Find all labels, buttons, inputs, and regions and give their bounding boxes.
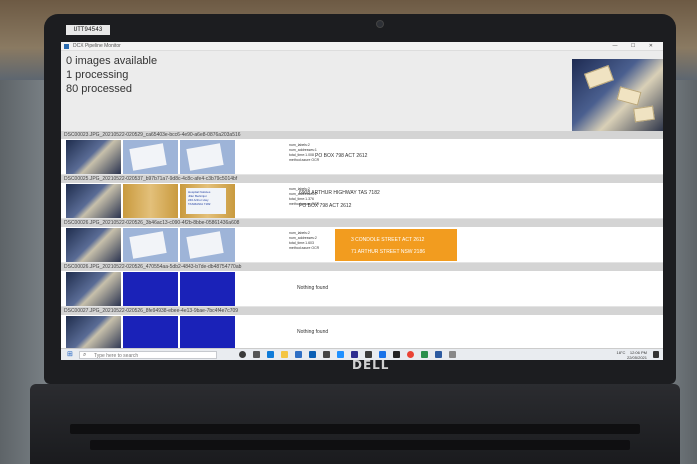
result-row[interactable]: Nothing found xyxy=(61,271,663,307)
source-image-thumbnail[interactable] xyxy=(66,272,121,306)
latest-image-thumbnail[interactable] xyxy=(572,59,663,131)
address-text: 6908 ARTHUR HIGHWAY TAS 7182 xyxy=(299,190,380,196)
system-tray[interactable]: 18°C 12:06 PM 22/05/2021 xyxy=(616,350,647,360)
nothing-found-text: Nothing found xyxy=(297,329,329,335)
label-crop-thumbnail[interactable] xyxy=(180,140,235,174)
label-crop-placeholder[interactable] xyxy=(180,316,235,350)
ocr-metadata: num_labels:2 num_addresses:2 total_time:… xyxy=(289,231,320,250)
label-crop-thumbnail[interactable]: Hospital Noticies Jiller Berkinjui 246 A… xyxy=(180,184,235,218)
file-explorer-icon[interactable] xyxy=(281,351,288,358)
address-text: PO BOX 798 ACT 2612 xyxy=(315,153,368,159)
task-view-icon[interactable] xyxy=(253,351,260,358)
source-image-thumbnail[interactable] xyxy=(66,184,121,218)
result-row-filename: DSC00026.JPG_20210522-020526_3b46ac13-c0… xyxy=(61,219,663,227)
source-image-thumbnail[interactable] xyxy=(66,140,121,174)
highlighted-address-box: 3 CONDOLE STREET ACT 2612 71 ARTHUR STRE… xyxy=(335,229,457,261)
label-crop-placeholder[interactable] xyxy=(123,272,178,306)
cortana-icon[interactable] xyxy=(239,351,246,358)
address-text: 71 ARTHUR STREET NSW 2186 xyxy=(351,249,426,255)
notification-icon[interactable] xyxy=(653,351,659,358)
app-icon[interactable] xyxy=(365,351,372,358)
result-row-filename: DSC00023.JPG_20210522-020529_ca65403e-bc… xyxy=(61,131,663,139)
source-image-thumbnail[interactable] xyxy=(66,228,121,262)
clock-date: 22/05/2021 xyxy=(626,355,647,360)
result-row-filename: DSC00025.JPG_20210522-020537_b97b71a7-9d… xyxy=(61,175,663,183)
search-icon: ⌕ xyxy=(83,352,87,358)
keyboard-row xyxy=(90,440,630,450)
window-titlebar: DCX Pipeline Monitor — ☐ ✕ xyxy=(61,42,663,51)
label-crop-thumbnail[interactable] xyxy=(123,228,178,262)
store-icon[interactable] xyxy=(295,351,302,358)
asset-tag: UTT94543 xyxy=(66,25,110,35)
result-row[interactable]: num_labels:2 num_addresses:1 total_time:… xyxy=(61,139,663,175)
label-crop-placeholder[interactable] xyxy=(123,316,178,350)
window-controls[interactable]: — ☐ ✕ xyxy=(613,43,659,49)
label-crop-thumbnail[interactable] xyxy=(123,140,178,174)
result-row[interactable]: Hospital Noticies Jiller Berkinjui 246 A… xyxy=(61,183,663,219)
dell-icon[interactable] xyxy=(323,351,330,358)
result-row[interactable]: num_labels:2 num_addresses:2 total_time:… xyxy=(61,227,663,263)
app-icon xyxy=(64,44,69,49)
word-icon[interactable] xyxy=(435,351,442,358)
keyboard-row xyxy=(70,424,640,434)
window-title: DCX Pipeline Monitor xyxy=(73,43,121,49)
excel-icon[interactable] xyxy=(421,351,428,358)
vscode-icon[interactable] xyxy=(337,351,344,358)
result-row-filename: DSC00026.JPG_20210522-020526_470554aa-5d… xyxy=(61,263,663,271)
edge-icon[interactable] xyxy=(267,351,274,358)
mail-icon[interactable] xyxy=(309,351,316,358)
result-row[interactable]: Nothing found xyxy=(61,315,663,351)
app-screen: DCX Pipeline Monitor — ☐ ✕ 0 images avai… xyxy=(61,42,663,360)
processed-text: 80 processed xyxy=(66,83,133,95)
label-crop-thumbnail[interactable] xyxy=(180,228,235,262)
parcel-label xyxy=(584,65,614,89)
terminal-icon[interactable] xyxy=(351,351,358,358)
label-crop-thumbnail[interactable] xyxy=(123,184,178,218)
source-image-thumbnail[interactable] xyxy=(66,316,121,350)
search-placeholder: Type here to search xyxy=(94,353,139,359)
label-crop-text: Hospital Noticies Jiller Berkinjui 246 A… xyxy=(186,188,226,214)
address-text: 3 CONDOLE STREET ACT 2612 xyxy=(351,237,425,243)
nothing-found-text: Nothing found xyxy=(297,285,329,291)
processing-text: 1 processing xyxy=(66,69,129,81)
label-crop-placeholder[interactable] xyxy=(180,272,235,306)
parcel-label xyxy=(616,86,642,106)
app-icon[interactable] xyxy=(393,351,400,358)
images-available-text: 0 images available xyxy=(66,55,158,67)
status-header: 0 images available 1 processing 80 proce… xyxy=(61,51,663,131)
taskbar-search-box[interactable]: ⌕ Type here to search xyxy=(79,351,217,359)
dell-logo: DELL xyxy=(352,358,390,372)
weather-text: 18°C xyxy=(616,350,626,355)
laptop-keyboard-deck xyxy=(30,384,680,464)
address-text: PO BOX 798 ACT 2612 xyxy=(299,203,352,209)
chrome-icon[interactable] xyxy=(407,351,414,358)
pin-icon[interactable] xyxy=(449,351,456,358)
parcel-label xyxy=(633,105,655,123)
browser-icon[interactable] xyxy=(379,351,386,358)
windows-start-icon[interactable]: ⊞ xyxy=(67,351,73,359)
webcam xyxy=(376,20,384,28)
result-row-filename: DSC00027.JPG_20210522-020526_8fe94938-eb… xyxy=(61,307,663,315)
